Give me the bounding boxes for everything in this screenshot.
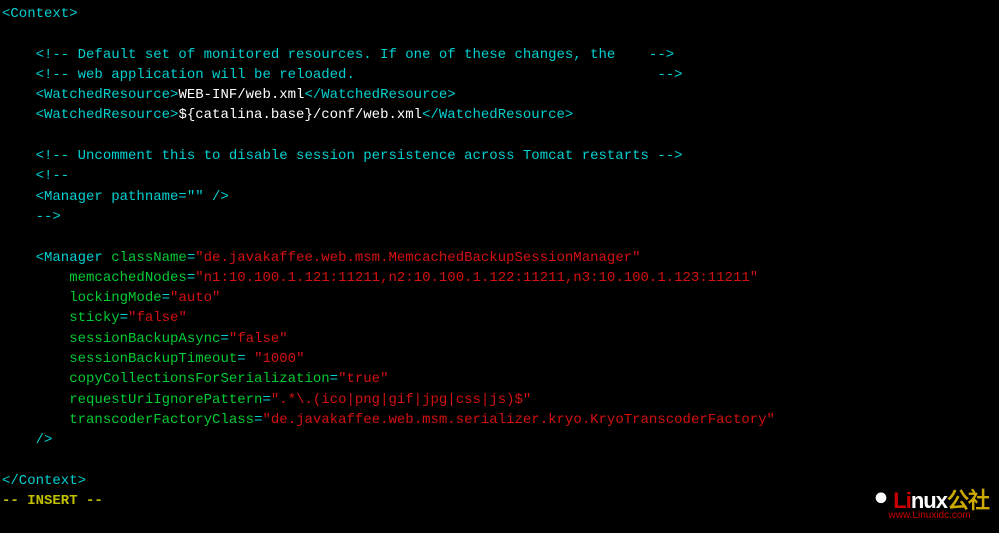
vim-mode-indicator: -- INSERT -- bbox=[2, 493, 103, 509]
attr-sessionbackuptimeout-val: "1000" bbox=[254, 351, 304, 367]
tag-wr2-open: <WatchedResource> bbox=[2, 107, 178, 123]
eq: = bbox=[187, 250, 195, 266]
comment-uc4: --> bbox=[2, 209, 61, 225]
attr-sessionbackuptimeout-key: sessionBackupTimeout bbox=[69, 351, 237, 367]
attr-requesturiignore-val: ".*\.(ico|png|gif|jpg|css|js)$" bbox=[271, 392, 531, 408]
code-block: <Context> <!-- Default set of monitored … bbox=[2, 4, 997, 511]
attr-lockingmode-key: lockingMode bbox=[69, 290, 161, 306]
attr-classname-val: "de.javakaffee.web.msm.MemcachedBackupSe… bbox=[195, 250, 640, 266]
attr-sessionbackupasync-val: "false" bbox=[229, 331, 288, 347]
val-wr1: WEB-INF/web.xml bbox=[178, 87, 304, 103]
tux-icon bbox=[870, 489, 892, 511]
comment-uc2: <!-- bbox=[2, 168, 69, 184]
tag-context-close: </Context> bbox=[2, 473, 86, 489]
tag-wr2-close: </WatchedResource> bbox=[422, 107, 573, 123]
attr-sessionbackupasync-key: sessionBackupAsync bbox=[69, 331, 220, 347]
logo-title: Linux公社 bbox=[870, 489, 989, 512]
comment-webapp: <!-- web application will be reloaded. -… bbox=[2, 67, 683, 83]
comment-uc1: <!-- Uncomment this to disable session p… bbox=[2, 148, 683, 164]
attr-lockingmode-val: "auto" bbox=[170, 290, 220, 306]
tag-context-open: <Context> bbox=[2, 6, 78, 22]
tag-manager-close: /> bbox=[2, 432, 52, 448]
attr-transcoderfactory-key: transcoderFactoryClass bbox=[69, 412, 254, 428]
attr-requesturiignore-key: requestUriIgnorePattern bbox=[69, 392, 262, 408]
tag-wr1-close: </WatchedResource> bbox=[304, 87, 455, 103]
attr-copycollections-key: copyCollectionsForSerialization bbox=[69, 371, 329, 387]
watermark-logo: Linux公社 www.Linuxidc.com bbox=[870, 489, 989, 521]
val-wr2: ${catalina.base}/conf/web.xml bbox=[178, 107, 422, 123]
attr-sticky-key: sticky bbox=[69, 310, 119, 326]
attr-copycollections-val: "true" bbox=[338, 371, 388, 387]
tag-manager-open: <Manager bbox=[2, 250, 111, 266]
attr-memcachednodes-val: "n1:10.100.1.121:11211,n2:10.100.1.122:1… bbox=[195, 270, 758, 286]
comment-uc3: <Manager pathname="" /> bbox=[2, 189, 229, 205]
attr-memcachednodes-key: memcachedNodes bbox=[69, 270, 187, 286]
comment-default: <!-- Default set of monitored resources.… bbox=[2, 47, 674, 63]
attr-transcoderfactory-val: "de.javakaffee.web.msm.serializer.kryo.K… bbox=[262, 412, 774, 428]
tag-wr1-open: <WatchedResource> bbox=[2, 87, 178, 103]
attr-classname-key: className bbox=[111, 250, 187, 266]
attr-sticky-val: "false" bbox=[128, 310, 187, 326]
